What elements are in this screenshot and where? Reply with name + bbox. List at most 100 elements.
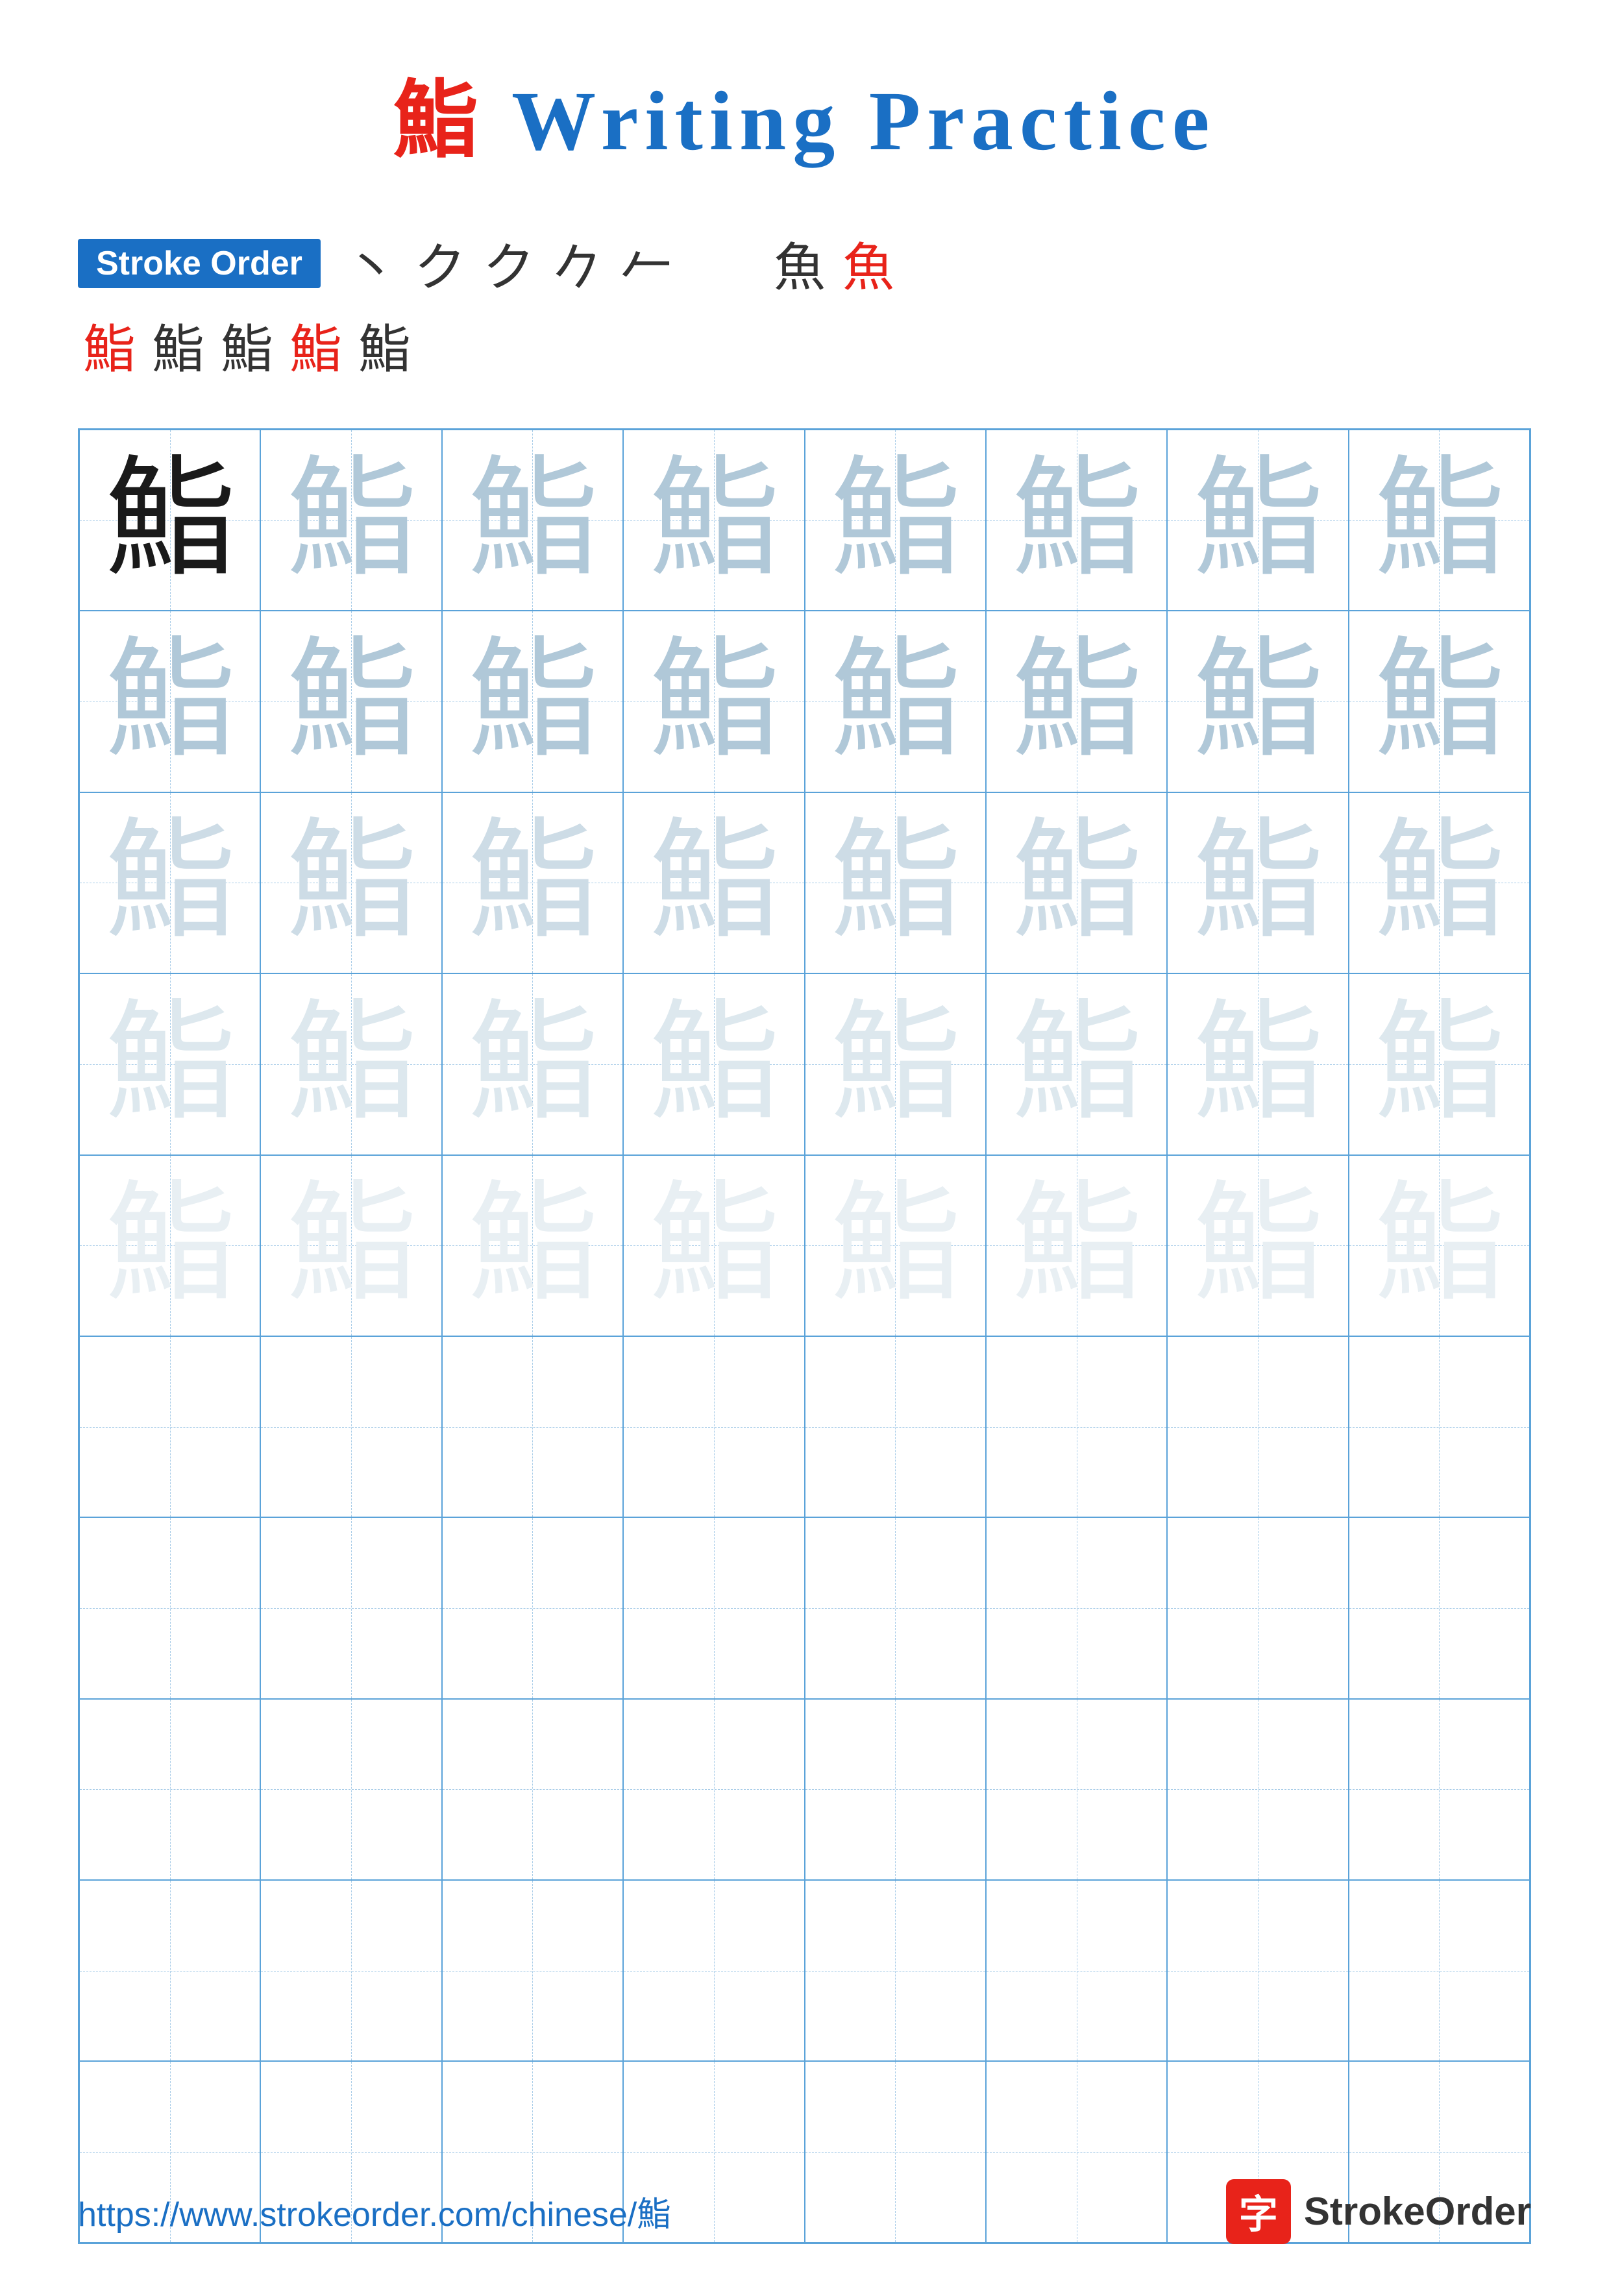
grid-cell-r7c1[interactable] <box>79 1517 260 1698</box>
grid-cell-r9c5[interactable] <box>805 1880 986 2061</box>
grid-cell-r4c8[interactable]: 鮨 <box>1349 973 1530 1154</box>
stroke-4: 𠂊 <box>552 226 604 301</box>
grid-cell-r9c7[interactable] <box>1167 1880 1348 2061</box>
grid-cell-r6c1[interactable] <box>79 1336 260 1517</box>
grid-cell-r7c6[interactable] <box>986 1517 1167 1698</box>
grid-cell-r3c4[interactable]: 鮨 <box>623 792 804 973</box>
grid-cell-r4c7[interactable]: 鮨 <box>1167 973 1348 1154</box>
grid-cell-r7c7[interactable] <box>1167 1517 1348 1698</box>
practice-char-very-light: 鮨 <box>467 999 597 1129</box>
grid-cell-r7c3[interactable] <box>442 1517 623 1698</box>
grid-cell-r5c7[interactable]: 鮨 <box>1167 1155 1348 1336</box>
stroke-order-row-1: Stroke Order 丶 ク ク 𠂊 𠂉 𤋳 𤋴 𤋵 𤋶 𤋷 魚 魚 <box>78 226 1531 301</box>
grid-cell-r1c3[interactable]: 鮨 <box>442 430 623 611</box>
grid-cell-r8c4[interactable] <box>623 1699 804 1880</box>
grid-cell-r4c1[interactable]: 鮨 <box>79 973 260 1154</box>
practice-char-medium: 鮨 <box>830 637 960 766</box>
practice-char-medium: 鮨 <box>649 456 779 585</box>
grid-cell-r8c3[interactable] <box>442 1699 623 1880</box>
grid-cell-r5c2[interactable]: 鮨 <box>260 1155 441 1336</box>
page-title: 鮨 Writing Practice <box>393 52 1216 174</box>
grid-cell-r3c3[interactable]: 鮨 <box>442 792 623 973</box>
grid-cell-r8c1[interactable] <box>79 1699 260 1880</box>
practice-char-medium: 鮨 <box>1012 456 1142 585</box>
stroke-2: ク <box>414 226 466 301</box>
grid-cell-r1c1[interactable]: 鮨 <box>79 430 260 611</box>
grid-cell-r5c4[interactable]: 鮨 <box>623 1155 804 1336</box>
grid-cell-r5c3[interactable]: 鮨 <box>442 1155 623 1336</box>
grid-cell-r5c8[interactable]: 鮨 <box>1349 1155 1530 1336</box>
practice-char-faint: 鮨 <box>105 1180 235 1310</box>
grid-cell-r3c5[interactable]: 鮨 <box>805 792 986 973</box>
grid-cell-r1c7[interactable]: 鮨 <box>1167 430 1348 611</box>
practice-char-medium: 鮨 <box>1193 456 1323 585</box>
grid-cell-r5c6[interactable]: 鮨 <box>986 1155 1167 1336</box>
grid-cell-r6c3[interactable] <box>442 1336 623 1517</box>
practice-char-light: 鮨 <box>1012 818 1142 947</box>
grid-cell-r7c5[interactable] <box>805 1517 986 1698</box>
grid-cell-r8c6[interactable] <box>986 1699 1167 1880</box>
grid-cell-r3c1[interactable]: 鮨 <box>79 792 260 973</box>
practice-grid: 鮨 鮨 鮨 鮨 鮨 鮨 鮨 鮨 鮨 鮨 鮨 <box>78 428 1531 2244</box>
practice-char-faint: 鮨 <box>649 1180 779 1310</box>
title-text: Writing Practice <box>484 75 1216 168</box>
grid-cell-r4c5[interactable]: 鮨 <box>805 973 986 1154</box>
grid-cell-r2c4[interactable]: 鮨 <box>623 611 804 792</box>
grid-cell-r5c1[interactable]: 鮨 <box>79 1155 260 1336</box>
practice-char-medium: 鮨 <box>1012 637 1142 766</box>
grid-cell-r4c4[interactable]: 鮨 <box>623 973 804 1154</box>
grid-cell-r8c8[interactable] <box>1349 1699 1530 1880</box>
practice-char-very-light: 鮨 <box>1012 999 1142 1129</box>
grid-cell-r9c8[interactable] <box>1349 1880 1530 2061</box>
grid-cell-r9c6[interactable] <box>986 1880 1167 2061</box>
grid-cell-r4c2[interactable]: 鮨 <box>260 973 441 1154</box>
grid-cell-r6c7[interactable] <box>1167 1336 1348 1517</box>
grid-cell-r7c2[interactable] <box>260 1517 441 1698</box>
grid-cell-r2c2[interactable]: 鮨 <box>260 611 441 792</box>
grid-cell-r6c4[interactable] <box>623 1336 804 1517</box>
stroke-order-section: Stroke Order 丶 ク ク 𠂊 𠂉 𤋳 𤋴 𤋵 𤋶 𤋷 魚 魚 鮨 鮨… <box>78 226 1531 389</box>
brand-name: StrokeOrder <box>1304 2189 1531 2234</box>
practice-char-medium: 鮨 <box>1193 637 1323 766</box>
practice-char-faint: 鮨 <box>467 1180 597 1310</box>
practice-char-medium: 鮨 <box>830 456 960 585</box>
grid-cell-r2c8[interactable]: 鮨 <box>1349 611 1530 792</box>
grid-cell-r7c8[interactable] <box>1349 1517 1530 1698</box>
grid-cell-r4c6[interactable]: 鮨 <box>986 973 1167 1154</box>
grid-cell-r1c4[interactable]: 鮨 <box>623 430 804 611</box>
grid-cell-r2c7[interactable]: 鮨 <box>1167 611 1348 792</box>
footer: https://www.strokeorder.com/chinese/鮨 字 … <box>78 2179 1531 2244</box>
grid-cell-r2c5[interactable]: 鮨 <box>805 611 986 792</box>
grid-cell-r3c7[interactable]: 鮨 <box>1167 792 1348 973</box>
grid-cell-r9c4[interactable] <box>623 1880 804 2061</box>
grid-cell-r3c2[interactable]: 鮨 <box>260 792 441 973</box>
grid-cell-r3c8[interactable]: 鮨 <box>1349 792 1530 973</box>
grid-cell-r8c2[interactable] <box>260 1699 441 1880</box>
stroke-11: 魚 <box>774 226 826 301</box>
grid-cell-r3c6[interactable]: 鮨 <box>986 792 1167 973</box>
grid-cell-r1c6[interactable]: 鮨 <box>986 430 1167 611</box>
grid-cell-r6c6[interactable] <box>986 1336 1167 1517</box>
grid-cell-r8c5[interactable] <box>805 1699 986 1880</box>
grid-cell-r9c3[interactable] <box>442 1880 623 2061</box>
stroke-14: 鮨 <box>152 308 204 383</box>
grid-cell-r2c6[interactable]: 鮨 <box>986 611 1167 792</box>
grid-cell-r4c3[interactable]: 鮨 <box>442 973 623 1154</box>
grid-cell-r1c8[interactable]: 鮨 <box>1349 430 1530 611</box>
grid-cell-r9c2[interactable] <box>260 1880 441 2061</box>
practice-char-very-light: 鮨 <box>286 999 416 1129</box>
grid-cell-r6c5[interactable] <box>805 1336 986 1517</box>
grid-cell-r2c1[interactable]: 鮨 <box>79 611 260 792</box>
grid-cell-r8c7[interactable] <box>1167 1699 1348 1880</box>
grid-cell-r5c5[interactable]: 鮨 <box>805 1155 986 1336</box>
practice-char-faint: 鮨 <box>1012 1180 1142 1310</box>
grid-cell-r9c1[interactable] <box>79 1880 260 2061</box>
grid-cell-r2c3[interactable]: 鮨 <box>442 611 623 792</box>
grid-cell-r1c2[interactable]: 鮨 <box>260 430 441 611</box>
grid-cell-r6c8[interactable] <box>1349 1336 1530 1517</box>
grid-cell-r7c4[interactable] <box>623 1517 804 1698</box>
practice-char-medium: 鮨 <box>467 456 597 585</box>
grid-cell-r6c2[interactable] <box>260 1336 441 1517</box>
grid-cell-r1c5[interactable]: 鮨 <box>805 430 986 611</box>
practice-char-very-light: 鮨 <box>649 999 779 1129</box>
